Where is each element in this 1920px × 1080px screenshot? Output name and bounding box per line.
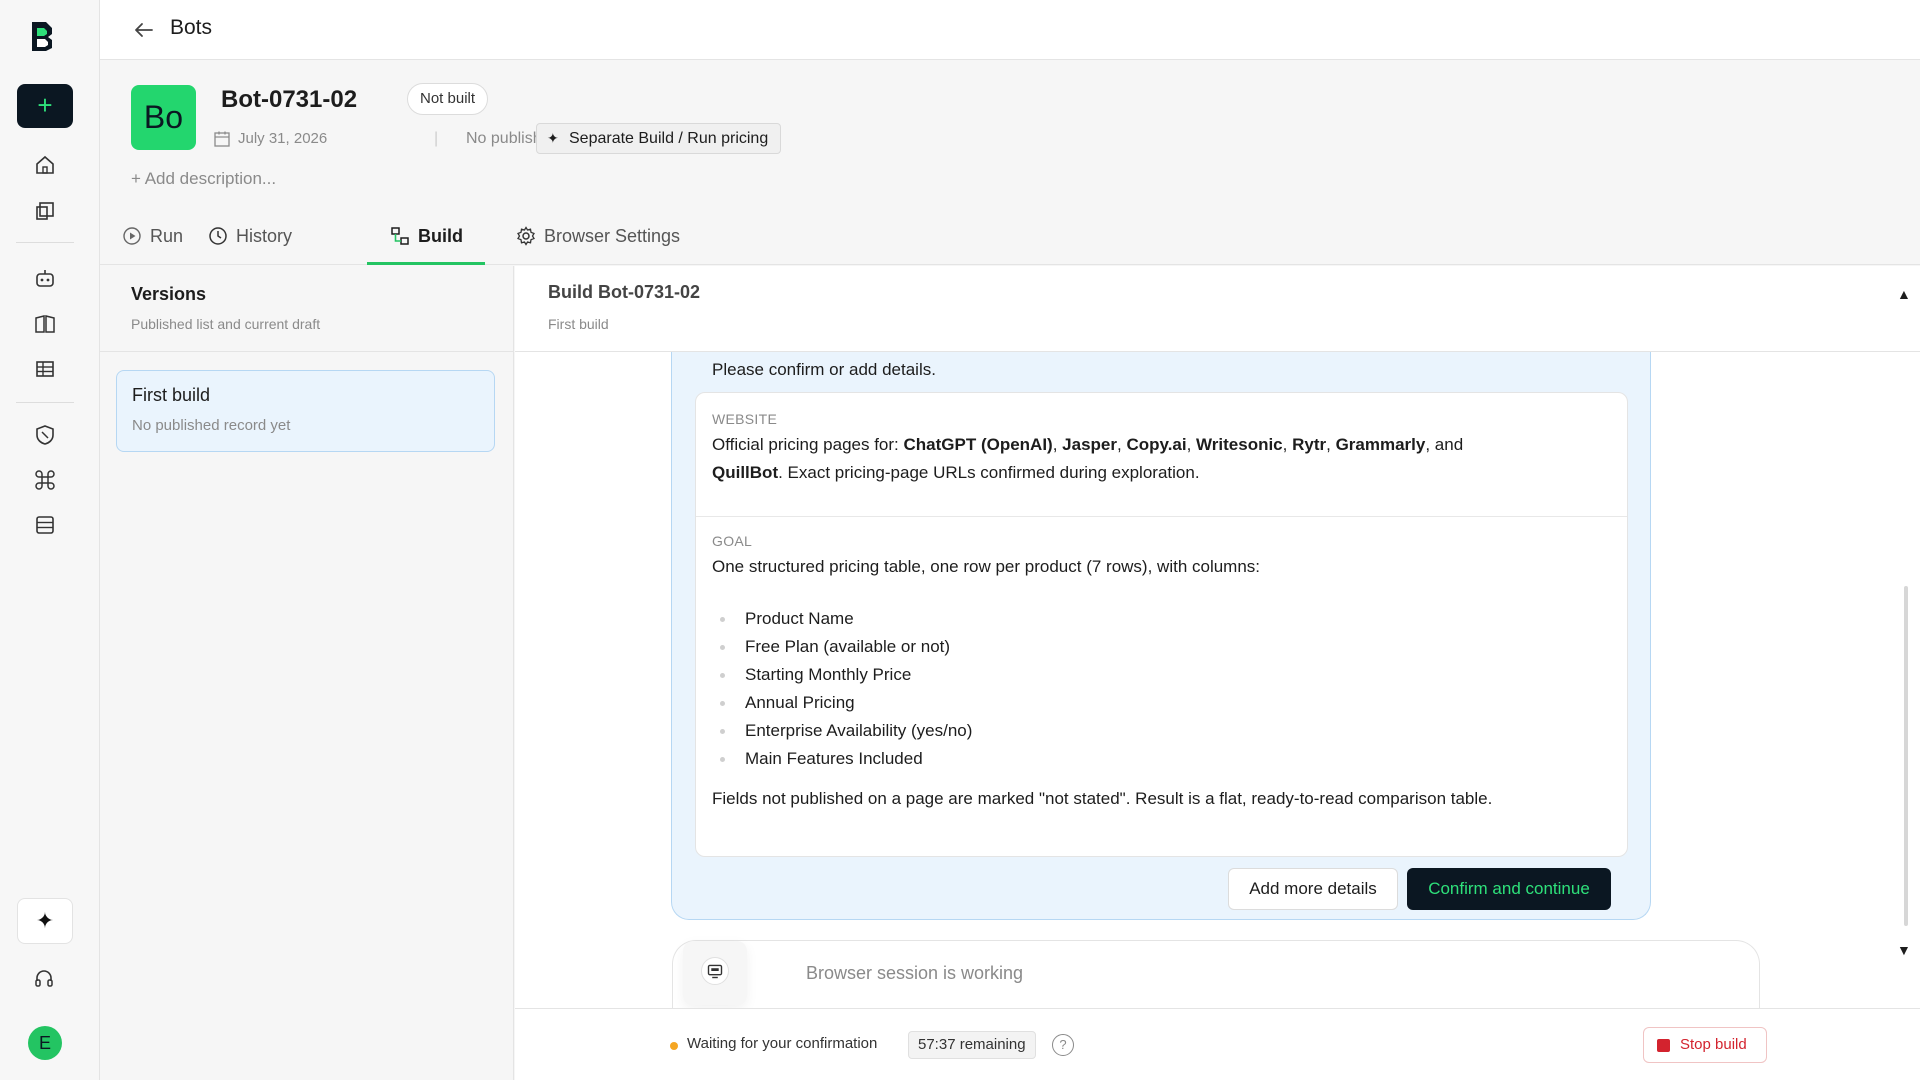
website-text: Official pricing pages for: ChatGPT (Ope… xyxy=(712,435,1464,482)
user-avatar[interactable]: E xyxy=(28,1026,62,1060)
templates-icon[interactable] xyxy=(34,200,56,222)
bot-icon[interactable] xyxy=(34,267,56,289)
browser-session-thumbnail[interactable] xyxy=(683,941,747,1005)
pricing-chip-label: Separate Build / Run pricing xyxy=(569,130,769,147)
stop-build-label: Stop build xyxy=(1680,1036,1747,1053)
help-icon[interactable]: ? xyxy=(1052,1034,1074,1056)
confirm-prompt: Please confirm or add details. xyxy=(712,360,936,379)
website-suffix: . Exact pricing-page URLs confirmed duri… xyxy=(778,463,1200,482)
bot-avatar: Bo xyxy=(131,85,196,150)
goal-column-list: Product Name Free Plan (available or not… xyxy=(712,605,972,773)
tab-label: History xyxy=(236,226,293,246)
left-rail: + ✦ E xyxy=(0,0,100,1080)
build-subtitle: First build xyxy=(548,316,609,332)
sparkle-icon: ✦ xyxy=(547,130,559,146)
waiting-indicator xyxy=(670,1042,678,1050)
rail-divider xyxy=(16,402,74,403)
build-icon xyxy=(391,227,409,245)
tab-label: Run xyxy=(150,226,184,246)
version-subtitle: No published record yet xyxy=(132,417,291,434)
calendar-icon xyxy=(214,131,230,147)
scrollbar-thumb[interactable] xyxy=(1904,586,1908,926)
rail-divider xyxy=(16,242,74,243)
section-divider xyxy=(696,516,1627,517)
bot-header: Bo Bot-0731-02 Not built July 31, 2026 |… xyxy=(100,60,1920,265)
clock-icon xyxy=(209,227,227,245)
tab-label: Browser Settings xyxy=(544,226,681,246)
status-bar: Waiting for your confirmation 57:37 rema… xyxy=(515,1008,1920,1080)
back-arrow-icon[interactable] xyxy=(132,18,156,42)
monitor-icon xyxy=(701,957,729,985)
status-badge: Not built xyxy=(407,83,489,115)
website-prefix: Official pricing pages for: xyxy=(712,435,904,454)
build-title: Build Bot-0731-02 xyxy=(548,282,701,302)
website-and: , and xyxy=(1425,435,1464,454)
list-item: Enterprise Availability (yes/no) xyxy=(712,717,972,745)
active-tab-indicator xyxy=(367,262,485,265)
tab-history[interactable]: History xyxy=(208,207,292,265)
scroll-down-icon[interactable]: ▼ xyxy=(1897,942,1911,958)
versions-panel: Versions Published list and current draf… xyxy=(100,266,514,1080)
list-item: Annual Pricing xyxy=(712,689,972,717)
session-status-text: Browser session is working xyxy=(806,963,1024,983)
build-header: Build Bot-0731-02 First build xyxy=(515,266,1920,352)
created-date: July 31, 2026 xyxy=(238,130,328,147)
top-bar: Bots xyxy=(100,0,1920,60)
command-icon[interactable] xyxy=(34,469,56,491)
app-logo-icon[interactable] xyxy=(28,20,56,52)
product-name: Copy.ai xyxy=(1126,435,1187,454)
product-name: ChatGPT (OpenAI) xyxy=(903,435,1053,454)
version-title: First build xyxy=(132,385,211,405)
add-more-details-button[interactable]: Add more details xyxy=(1228,868,1398,910)
new-bot-button[interactable]: + xyxy=(17,84,73,128)
goal-label: GOAL xyxy=(712,533,753,549)
pricing-chip[interactable]: ✦ Separate Build / Run pricing xyxy=(536,123,782,154)
tab-run[interactable]: Run xyxy=(122,207,183,265)
product-name: Writesonic xyxy=(1196,435,1283,454)
table-icon[interactable] xyxy=(34,358,56,380)
scroll-up-icon[interactable]: ▲ xyxy=(1897,286,1911,302)
meta-separator: | xyxy=(434,130,439,147)
bot-name[interactable]: Bot-0731-02 xyxy=(221,86,357,114)
stop-icon xyxy=(1657,1039,1670,1052)
list-item: Free Plan (available or not) xyxy=(712,633,972,661)
product-name: QuillBot xyxy=(712,463,779,482)
details-box: WEBSITE Official pricing pages for: Chat… xyxy=(695,392,1628,857)
ai-assistant-button[interactable]: ✦ xyxy=(17,898,73,944)
list-item: Product Name xyxy=(712,605,972,633)
tab-bar: Run History Build Browser Settings xyxy=(100,207,1920,265)
browser-session-bar: Browser session is working xyxy=(672,940,1760,1008)
storage-icon[interactable] xyxy=(34,514,56,536)
tab-spacer xyxy=(416,207,444,265)
waiting-text: Waiting for your confirmation xyxy=(687,1035,878,1052)
add-description-link[interactable]: + Add description... xyxy=(131,169,276,189)
goal-intro: One structured pricing table, one row pe… xyxy=(712,557,1261,576)
stop-build-button[interactable]: Stop build xyxy=(1643,1027,1767,1063)
list-item: Main Features Included xyxy=(712,745,972,773)
versions-title: Versions xyxy=(131,284,207,304)
sparkle-icon: ✦ xyxy=(35,908,55,933)
product-name: Jasper xyxy=(1062,435,1117,454)
headset-icon[interactable] xyxy=(33,968,55,990)
confirm-continue-button[interactable]: Confirm and continue xyxy=(1407,868,1611,910)
goal-note: Fields not published on a page are marke… xyxy=(712,789,1493,808)
book-icon[interactable] xyxy=(34,313,56,335)
page-title: Bots xyxy=(170,16,213,39)
home-icon[interactable] xyxy=(34,154,56,176)
shield-icon[interactable] xyxy=(34,424,56,446)
play-circle-icon xyxy=(123,227,141,245)
build-panel: Build Bot-0731-02 First build Please con… xyxy=(515,266,1920,1080)
list-item: Starting Monthly Price xyxy=(712,661,972,689)
confirmation-card: Please confirm or add details. WEBSITE O… xyxy=(671,352,1651,920)
versions-header: Versions Published list and current draf… xyxy=(100,266,514,352)
tab-browser-settings[interactable]: Browser Settings xyxy=(516,207,680,265)
product-name: Rytr xyxy=(1292,435,1327,454)
version-item-first-build[interactable]: First build No published record yet xyxy=(116,370,495,452)
versions-subtitle: Published list and current draft xyxy=(131,316,321,332)
product-name: Grammarly xyxy=(1335,435,1426,454)
website-label: WEBSITE xyxy=(712,411,778,427)
gear-icon xyxy=(517,226,535,246)
time-remaining-badge: 57:37 remaining xyxy=(908,1031,1036,1059)
